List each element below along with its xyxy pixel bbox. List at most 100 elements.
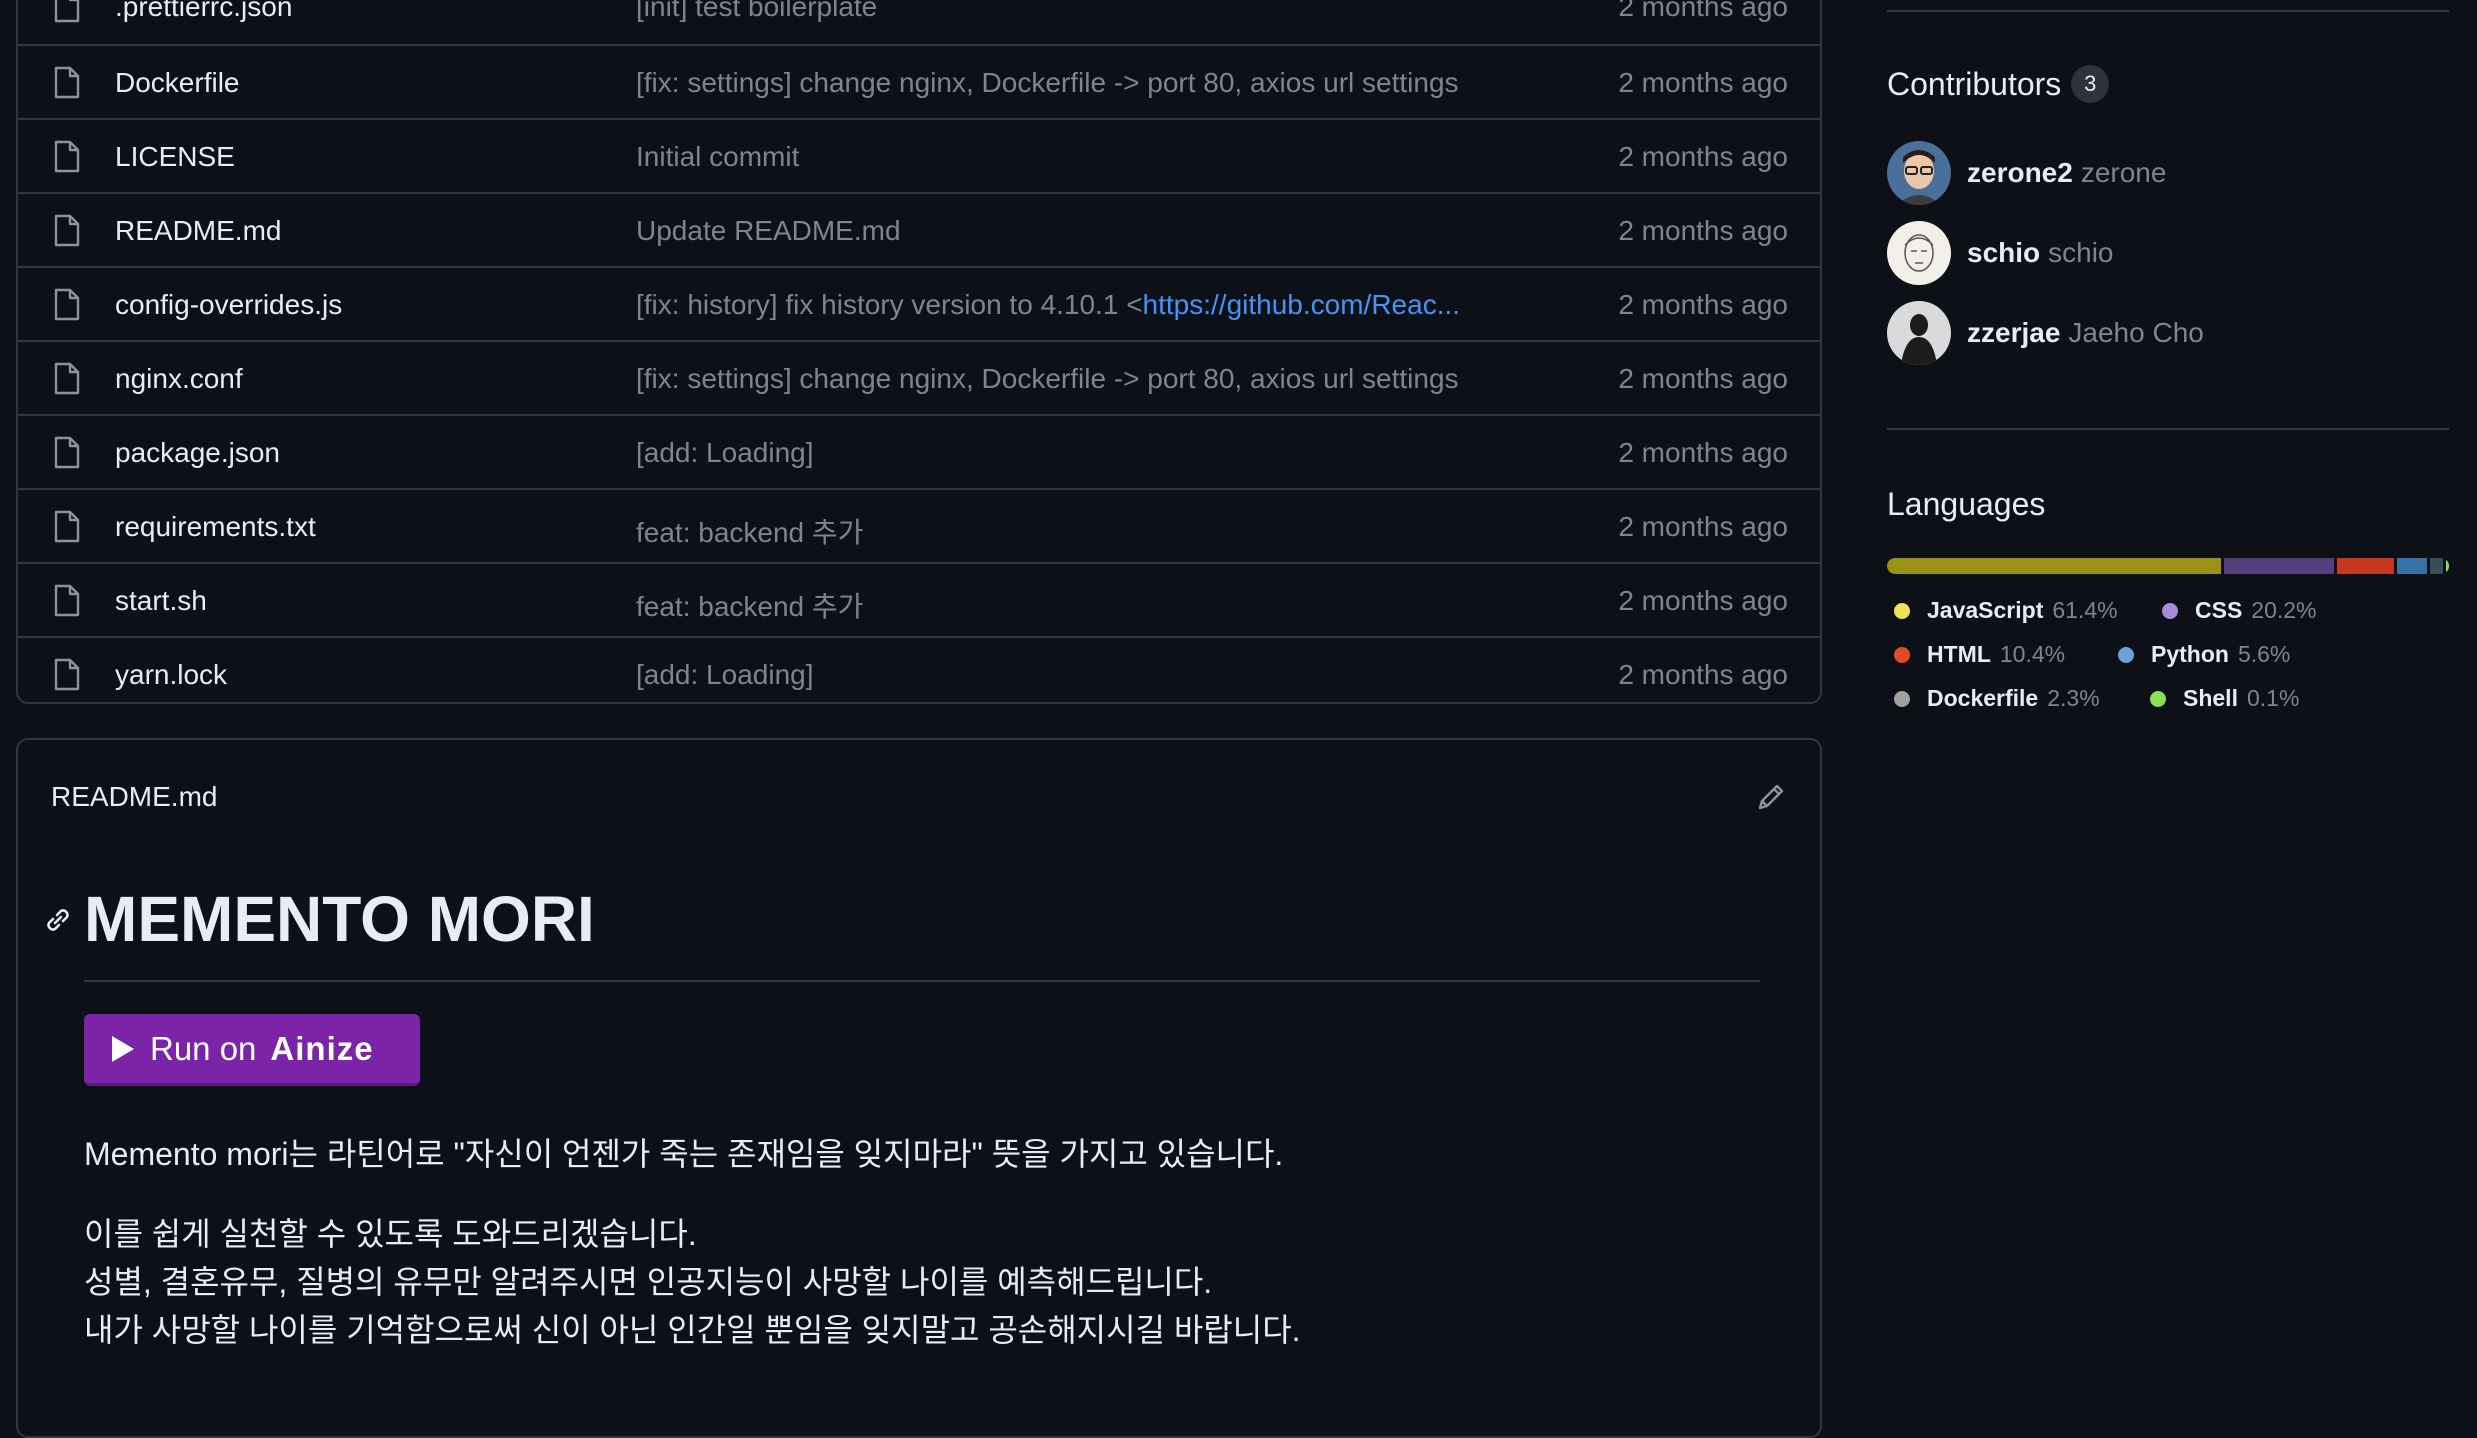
file-name-link[interactable]: yarn.lock [115, 659, 227, 691]
commit-message-link[interactable]: [add: Loading] [636, 659, 814, 691]
file-name-link[interactable]: README.md [115, 215, 281, 247]
run-button-prefix: Run on [150, 1029, 257, 1067]
contributors-heading[interactable]: Contributors 3 [1887, 64, 2110, 106]
contributor-item[interactable]: zzerjae Jaeho Cho [1887, 301, 2204, 365]
contributor-item[interactable]: zerone2 zerone [1887, 141, 2166, 205]
file-icon [54, 0, 80, 23]
commit-message-link[interactable]: feat: backend 추가 [636, 585, 863, 625]
language-percent: 61.4% [2052, 597, 2118, 623]
table-row[interactable]: start.sh feat: backend 추가 2 months ago [18, 562, 1820, 636]
file-name-link[interactable]: .prettierrc.json [115, 0, 292, 23]
table-row[interactable]: config-overrides.js [fix: history] fix h… [18, 266, 1820, 340]
file-icon [54, 436, 80, 469]
language-name: Python [2151, 641, 2229, 667]
language-bar-segment [2337, 558, 2394, 574]
language-name: Dockerfile [1927, 685, 2039, 711]
commit-message-link[interactable]: [fix: settings] change nginx, Dockerfile… [636, 67, 1459, 99]
commit-age: 2 months ago [1618, 659, 1788, 690]
readme-paragraph-2: 이를 쉽게 실천할 수 있도록 도와드리겠습니다. 성별, 결혼유무, 질병의 … [84, 1210, 1301, 1354]
language-color-dot [1894, 646, 1910, 663]
avatar [1887, 141, 1951, 205]
language-color-dot [2118, 646, 2134, 663]
table-row[interactable]: nginx.conf [fix: settings] change nginx,… [18, 340, 1820, 414]
file-icon [54, 510, 80, 543]
commit-message-text: [add: Loading] [636, 659, 814, 690]
language-item[interactable]: Python 5.6% [2118, 641, 2290, 668]
commit-age: 2 months ago [1618, 0, 1788, 22]
commit-age: 2 months ago [1618, 363, 1788, 394]
commit-message-text: [fix: settings] change nginx, Dockerfile… [636, 363, 1459, 394]
contributor-name: Jaeho Cho [2068, 317, 2204, 348]
sidebar-divider [1887, 428, 2449, 430]
language-bar-segment [2446, 558, 2449, 574]
language-bar-segment [2396, 558, 2428, 574]
file-name-link[interactable]: config-overrides.js [115, 289, 342, 321]
language-item[interactable]: CSS 20.2% [2162, 597, 2317, 624]
file-name-link[interactable]: nginx.conf [115, 363, 243, 395]
language-item[interactable]: Shell 0.1% [2150, 685, 2299, 712]
heading-divider [84, 980, 1760, 982]
table-row[interactable]: package.json [add: Loading] 2 months ago [18, 414, 1820, 488]
language-color-dot [2150, 690, 2166, 707]
language-item[interactable]: Dockerfile 2.3% [1894, 685, 2100, 712]
language-color-dot [2162, 602, 2178, 619]
language-item[interactable]: JavaScript 61.4% [1894, 597, 2118, 624]
commit-message-link[interactable]: Initial commit [636, 141, 799, 173]
language-color-dot [1894, 690, 1910, 707]
commit-message-text: [add: Loading] [636, 437, 814, 468]
commit-message-url[interactable]: https://github.com/Reac... [1143, 289, 1461, 320]
language-bar-segment [2430, 558, 2443, 574]
commit-message-link[interactable]: [fix: settings] change nginx, Dockerfile… [636, 363, 1459, 395]
commit-message-link[interactable]: [fix: history] fix history version to 4.… [636, 289, 1460, 321]
file-icon [54, 658, 80, 691]
table-row[interactable]: Dockerfile [fix: settings] change nginx,… [18, 44, 1820, 118]
language-item[interactable]: HTML 10.4% [1894, 641, 2065, 668]
commit-message-text: [init] test boilerplate [636, 0, 878, 22]
commit-age: 2 months ago [1618, 585, 1788, 616]
file-name-link[interactable]: LICENSE [115, 141, 235, 173]
file-icon [54, 362, 80, 395]
file-list: .prettierrc.json [init] test boilerplate… [16, 0, 1822, 704]
play-icon [112, 1035, 134, 1062]
readme-line: 이를 쉽게 실천할 수 있도록 도와드리겠습니다. [84, 1216, 697, 1252]
table-row[interactable]: requirements.txt feat: backend 추가 2 mont… [18, 488, 1820, 562]
commit-message-link[interactable]: Update README.md [636, 215, 901, 247]
readme-panel: README.md MEMENTO MORI Run on Ainize Mem… [16, 738, 1822, 1438]
contributor-login: schio [1967, 237, 2041, 268]
file-name-link[interactable]: requirements.txt [115, 511, 316, 543]
commit-message-link[interactable]: [add: Loading] [636, 437, 814, 469]
commit-age: 2 months ago [1618, 67, 1788, 98]
commit-age: 2 months ago [1618, 215, 1788, 246]
table-row[interactable]: LICENSE Initial commit 2 months ago [18, 118, 1820, 192]
file-name-link[interactable]: package.json [115, 437, 280, 469]
table-row[interactable]: README.md Update README.md 2 months ago [18, 192, 1820, 266]
file-name-link[interactable]: Dockerfile [115, 67, 239, 99]
language-name: HTML [1927, 641, 1991, 667]
file-icon [54, 66, 80, 99]
file-icon [54, 214, 80, 247]
file-name-link[interactable]: start.sh [115, 585, 207, 617]
commit-message-text: [fix: history] fix history version to 4.… [636, 289, 1143, 320]
language-percent: 10.4% [1999, 641, 2066, 667]
readme-paragraph-1: Memento mori는 라틴어로 "자신이 언젠가 죽는 존재임을 잊지마라… [84, 1136, 1284, 1172]
language-percent: 20.2% [2251, 597, 2317, 623]
pencil-icon[interactable] [1754, 780, 1788, 814]
commit-message-text: Initial commit [636, 141, 800, 172]
commit-message-text: feat: backend 추가 [636, 517, 864, 548]
link-icon[interactable] [42, 904, 74, 936]
sidebar-divider [1887, 10, 2449, 12]
table-row[interactable]: yarn.lock [add: Loading] 2 months ago [18, 636, 1820, 710]
contributor-item[interactable]: schio schio [1887, 221, 2114, 285]
run-button-brand: Ainize [270, 1029, 374, 1067]
commit-message-text: feat: backend 추가 [636, 591, 864, 622]
run-on-ainize-button[interactable]: Run on Ainize [84, 1014, 420, 1086]
commit-message-link[interactable]: feat: backend 추가 [636, 511, 863, 551]
commit-message-link[interactable]: [init] test boilerplate [636, 0, 877, 23]
commit-message-text: Update README.md [636, 215, 901, 246]
contributor-name: zerone [2080, 157, 2167, 188]
commit-age: 2 months ago [1618, 437, 1788, 468]
languages-heading: Languages [1887, 486, 2046, 522]
table-row[interactable]: .prettierrc.json [init] test boilerplate… [18, 0, 1820, 44]
language-name: Shell [2183, 685, 2238, 711]
contributors-count-badge: 3 [2071, 64, 2110, 103]
